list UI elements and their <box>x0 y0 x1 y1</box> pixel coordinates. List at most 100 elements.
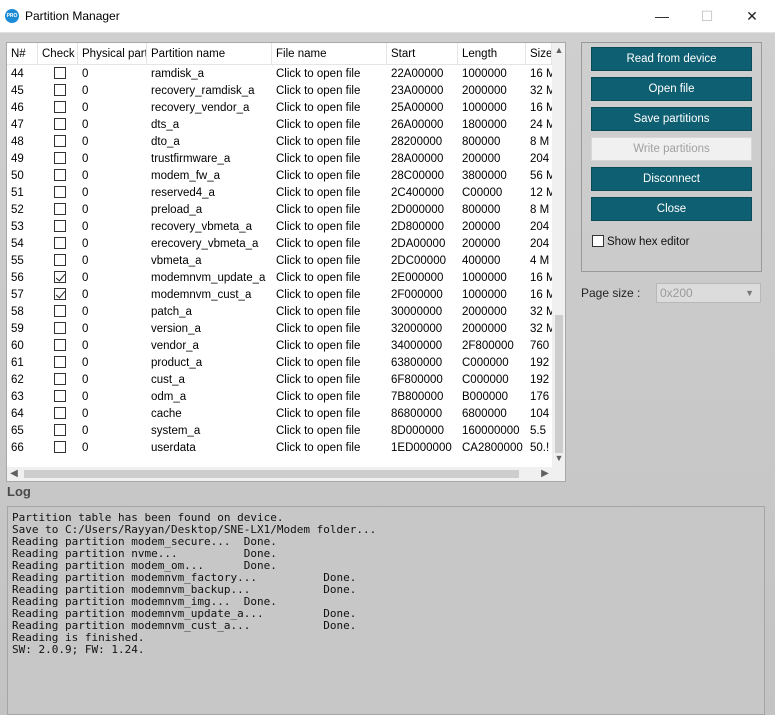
file-name-link[interactable]: Click to open file <box>272 202 387 219</box>
open-file-button[interactable]: Open file <box>591 77 752 101</box>
table-row[interactable]: 49 0 trustfirmware_a Click to open file 28A0… <box>7 151 552 168</box>
scroll-up-icon[interactable]: ▲ <box>552 43 565 57</box>
row-checkbox[interactable] <box>54 321 66 334</box>
file-name-link[interactable]: Click to open file <box>272 440 387 457</box>
column-header-number[interactable]: N# <box>7 43 38 65</box>
vertical-scroll-thumb[interactable] <box>555 315 563 453</box>
row-checkbox[interactable] <box>54 168 66 181</box>
close-button[interactable]: Close <box>591 197 752 221</box>
table-row[interactable]: 47 0 dts_a Click to open file 26A00000 180000… <box>7 117 552 134</box>
row-checkbox[interactable] <box>54 202 66 215</box>
table-row[interactable]: 53 0 recovery_vbmeta_a Click to open file 2D… <box>7 219 552 236</box>
file-name-link[interactable]: Click to open file <box>272 338 387 355</box>
vertical-scrollbar[interactable]: ▲ ▼ <box>552 43 565 467</box>
scroll-down-icon[interactable]: ▼ <box>552 451 565 465</box>
column-header-size[interactable]: Size <box>526 43 552 65</box>
table-row[interactable]: 64 0 cache Click to open file 86800000 680000… <box>7 406 552 423</box>
column-header-start[interactable]: Start <box>387 43 458 65</box>
show-hex-editor-toggle[interactable]: Show hex editor <box>592 234 689 249</box>
table-row[interactable]: 55 0 vbmeta_a Click to open file 2DC00000 400… <box>7 253 552 270</box>
read-from-device-button[interactable]: Read from device <box>591 47 752 71</box>
horizontal-scroll-thumb[interactable] <box>24 470 519 478</box>
row-checkbox[interactable] <box>54 287 66 300</box>
table-row[interactable]: 50 0 modem_fw_a Click to open file 28C00000 3… <box>7 168 552 185</box>
file-name-link[interactable]: Click to open file <box>272 321 387 338</box>
file-name-link[interactable]: Click to open file <box>272 372 387 389</box>
save-partitions-button[interactable]: Save partitions <box>591 107 752 131</box>
row-checkbox[interactable] <box>54 338 66 351</box>
row-checkbox[interactable] <box>54 423 66 436</box>
table-row[interactable]: 62 0 cust_a Click to open file 6F800000 C0000… <box>7 372 552 389</box>
file-name-link[interactable]: Click to open file <box>272 134 387 151</box>
write-partitions-button[interactable]: Write partitions <box>591 137 752 161</box>
table-row[interactable]: 48 0 dto_a Click to open file 28200000 800000… <box>7 134 552 151</box>
row-checkbox[interactable] <box>54 270 66 283</box>
column-header-partition-name[interactable]: Partition name <box>147 43 272 65</box>
row-checkbox[interactable] <box>54 219 66 232</box>
file-name-link[interactable]: Click to open file <box>272 389 387 406</box>
table-row[interactable]: 63 0 odm_a Click to open file 7B800000 B00000… <box>7 389 552 406</box>
file-name-link[interactable]: Click to open file <box>272 287 387 304</box>
minimize-icon[interactable]: — <box>640 0 684 32</box>
close-window-icon[interactable]: ✕ <box>730 0 774 32</box>
column-header-file-name[interactable]: File name <box>272 43 387 65</box>
file-name-link[interactable]: Click to open file <box>272 151 387 168</box>
file-name-link[interactable]: Click to open file <box>272 236 387 253</box>
table-row[interactable]: 45 0 recovery_ramdisk_a Click to open file 2… <box>7 83 552 100</box>
column-header-check[interactable]: Check <box>38 43 78 65</box>
file-name-link[interactable]: Click to open file <box>272 100 387 117</box>
row-checkbox[interactable] <box>54 134 66 147</box>
column-header-physical-part[interactable]: Physical part <box>78 43 147 65</box>
file-name-link[interactable]: Click to open file <box>272 423 387 440</box>
table-row[interactable]: 60 0 vendor_a Click to open file 34000000 2F8… <box>7 338 552 355</box>
file-name-link[interactable]: Click to open file <box>272 168 387 185</box>
row-checkbox[interactable] <box>54 406 66 419</box>
row-checkbox[interactable] <box>54 440 66 453</box>
file-name-link[interactable]: Click to open file <box>272 270 387 287</box>
file-name-link[interactable]: Click to open file <box>272 219 387 236</box>
maximize-icon[interactable]: ☐ <box>685 0 729 32</box>
row-checkbox[interactable] <box>54 66 66 79</box>
file-name-link[interactable]: Click to open file <box>272 83 387 100</box>
row-checkbox[interactable] <box>54 355 66 368</box>
table-row[interactable]: 46 0 recovery_vendor_a Click to open file 25… <box>7 100 552 117</box>
row-checkbox[interactable] <box>54 185 66 198</box>
table-row[interactable]: 44 0 ramdisk_a Click to open file 22A00000 10… <box>7 66 552 83</box>
table-row[interactable]: 66 0 userdata Click to open file 1ED000000 CA… <box>7 440 552 457</box>
disconnect-button[interactable]: Disconnect <box>591 167 752 191</box>
row-checkbox[interactable] <box>54 151 66 164</box>
row-checkbox[interactable] <box>54 389 66 402</box>
row-checkbox[interactable] <box>54 83 66 96</box>
page-size-select[interactable]: 0x200 ▼ <box>656 283 761 303</box>
file-name-link[interactable]: Click to open file <box>272 117 387 134</box>
table-row[interactable]: 61 0 product_a Click to open file 63800000 C0… <box>7 355 552 372</box>
scroll-left-icon[interactable]: ◀ <box>7 467 21 481</box>
table-row[interactable]: 65 0 system_a Click to open file 8D000000 160… <box>7 423 552 440</box>
table-row[interactable]: 52 0 preload_a Click to open file 2D000000 80… <box>7 202 552 219</box>
file-name-link[interactable]: Click to open file <box>272 66 387 83</box>
table-row[interactable]: 57 0 modemnvm_cust_a Click to open file 2F00… <box>7 287 552 304</box>
check-cell <box>38 287 78 304</box>
file-name-link[interactable]: Click to open file <box>272 406 387 423</box>
row-checkbox[interactable] <box>54 236 66 249</box>
file-name-link[interactable]: Click to open file <box>272 253 387 270</box>
log-output[interactable]: Partition table has been found on device… <box>7 506 765 715</box>
row-checkbox[interactable] <box>54 304 66 317</box>
column-header-length[interactable]: Length <box>458 43 526 65</box>
scroll-right-icon[interactable]: ▶ <box>538 467 552 481</box>
file-name-link[interactable]: Click to open file <box>272 355 387 372</box>
table-row[interactable]: 59 0 version_a Click to open file 32000000 20… <box>7 321 552 338</box>
row-checkbox[interactable] <box>54 100 66 113</box>
size-value: 4 M <box>530 255 550 267</box>
show-hex-editor-checkbox[interactable] <box>592 234 604 247</box>
horizontal-scrollbar[interactable]: ◀ ▶ <box>7 467 552 481</box>
table-row[interactable]: 51 0 reserved4_a Click to open file 2C400000… <box>7 185 552 202</box>
table-row[interactable]: 58 0 patch_a Click to open file 30000000 2000… <box>7 304 552 321</box>
table-row[interactable]: 54 0 erecovery_vbmeta_a Click to open file 2… <box>7 236 552 253</box>
file-name-link[interactable]: Click to open file <box>272 304 387 321</box>
row-checkbox[interactable] <box>54 253 66 266</box>
row-checkbox[interactable] <box>54 117 66 130</box>
file-name-link[interactable]: Click to open file <box>272 185 387 202</box>
table-row[interactable]: 56 0 modemnvm_update_a Click to open file 2E… <box>7 270 552 287</box>
row-checkbox[interactable] <box>54 372 66 385</box>
